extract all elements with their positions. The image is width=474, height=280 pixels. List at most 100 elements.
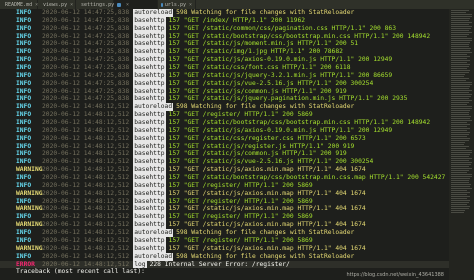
log-timestamp: 2020-06-12 14:47:25,838 <box>42 64 130 72</box>
minimap-line <box>451 88 469 89</box>
line-gutter <box>0 221 16 229</box>
tab-label: views.py <box>43 1 68 8</box>
log-line: INFO 2020-06-12 14:47:25,838 basehttp 157 "… <box>0 56 449 65</box>
line-gutter <box>0 229 16 237</box>
log-message: 157 "GET /static/bootstrap/css/bootstrap… <box>168 174 446 182</box>
minimap-line <box>451 188 472 189</box>
log-message: 157 "GET /static/js/jquery.pagination.mi… <box>168 95 408 103</box>
minimap-line <box>451 78 470 79</box>
log-timestamp: 2020-06-12 14:47:25,838 <box>42 79 130 87</box>
log-module: autoreload <box>133 103 174 112</box>
minimap-line <box>451 184 471 185</box>
log-level: INFO <box>16 56 32 64</box>
minimap-line <box>451 50 470 51</box>
log-line: INFO 2020-06-12 14:48:12,512 basehttp 157 "… <box>0 213 449 222</box>
log-level: INFO <box>16 71 32 79</box>
log-module: basehttp <box>133 142 166 151</box>
minimap-line <box>451 30 469 31</box>
log-line: INFO 2020-06-12 14:47:25,838 basehttp 157 "… <box>0 79 449 88</box>
log-message: 157 "GET /static/js/axios.min.map HTTP/1… <box>168 166 366 174</box>
minimap-line <box>451 62 467 63</box>
minimap-line <box>451 196 470 197</box>
line-gutter <box>0 33 16 41</box>
log-timestamp: 2020-06-12 14:48:12,512 <box>42 221 130 229</box>
minimap-line <box>451 150 472 151</box>
log-message: 157 "GET /static/js/moment.min.js HTTP/1… <box>168 40 359 48</box>
minimap-line <box>451 162 472 163</box>
watermark-url: https://blog.csdn.net/weixin_43641388 <box>346 272 444 278</box>
log-timestamp: 2020-06-12 14:48:12,512 <box>42 213 130 221</box>
log-message: 157 "GET /static/js/common.js HTTP/1.1" … <box>168 87 347 95</box>
log-message: 157 "GET /static/js/register.js HTTP/1.1… <box>168 142 355 150</box>
minimap-line <box>451 202 470 203</box>
minimap-line <box>451 170 470 171</box>
minimap-line <box>451 102 470 103</box>
log-timestamp: 2020-06-12 14:47:25,838 <box>42 9 130 16</box>
tab-3[interactable]: × <box>114 0 158 9</box>
log-message: 157 "GET /static/bootstrap/css/bootstrap… <box>168 32 431 40</box>
log-line: WARNING 2020-06-12 14:48:12,512 basehttp 15… <box>0 205 449 214</box>
minimap-line <box>451 174 472 175</box>
minimap-line <box>451 106 472 107</box>
log-message: 157 "GET /static/img/1.jpg HTTP/1.1" 200… <box>168 48 343 56</box>
minimap-line <box>451 138 470 139</box>
log-line: INFO 2020-06-12 14:48:12,512 basehttp 157 "… <box>0 142 449 151</box>
log-module: basehttp <box>133 64 166 72</box>
minimap-line <box>451 76 464 77</box>
log-module: basehttp <box>133 111 166 120</box>
log-line: INFO 2020-06-12 14:47:25,838 basehttp 157 "… <box>0 24 449 33</box>
minimap-line <box>451 36 467 37</box>
tab-0[interactable]: README.md × <box>0 0 38 9</box>
tab-1[interactable]: views.py × <box>38 0 76 9</box>
log-module: basehttp <box>133 166 166 175</box>
log-module: autoreload <box>133 9 174 17</box>
log-message: 157 "GET /static/js/axios-0.19.0.min.js … <box>168 126 393 134</box>
log-module: basehttp <box>133 126 166 135</box>
log-level: INFO <box>16 87 32 95</box>
log-line: ERROR 2020-06-12 14:48:12,512 log 228 Inter… <box>0 260 449 269</box>
minimap-line <box>451 206 470 207</box>
log-line: INFO 2020-06-12 14:47:25,838 basehttp 157 "… <box>0 16 449 25</box>
log-timestamp: 2020-06-12 14:47:25,838 <box>42 16 130 24</box>
minimap-line <box>451 72 470 73</box>
minimap-line <box>451 24 469 25</box>
minimap-line <box>451 104 467 105</box>
log-module: basehttp <box>133 79 166 88</box>
close-icon[interactable]: × <box>126 2 129 8</box>
log-module: basehttp <box>133 174 166 182</box>
log-message: 228 Internal Server Error: /register/ <box>149 260 290 268</box>
minimap[interactable] <box>449 9 474 280</box>
log-message: 598 Watching for file changes with StatR… <box>176 9 355 16</box>
log-module: basehttp <box>133 134 166 143</box>
log-module: basehttp <box>133 56 166 65</box>
log-level: INFO <box>16 158 32 166</box>
line-gutter <box>0 182 16 190</box>
log-module: basehttp <box>133 87 166 96</box>
minimap-line <box>451 144 464 145</box>
log-level: INFO <box>16 229 32 237</box>
log-timestamp: 2020-06-12 14:48:12,512 <box>42 181 130 189</box>
log-module: basehttp <box>133 244 166 253</box>
minimap-line <box>451 112 470 113</box>
minimap-line <box>451 194 467 195</box>
minimap-line <box>451 208 470 209</box>
log-line: INFO 2020-06-12 14:48:12,512 basehttp 157 "… <box>0 150 449 159</box>
close-icon[interactable]: × <box>70 2 73 8</box>
log-level: WARNING <box>16 221 43 229</box>
minimap-line <box>451 200 470 201</box>
close-icon[interactable]: × <box>189 2 192 8</box>
minimap-line <box>451 56 470 57</box>
log-level: WARNING <box>16 205 43 213</box>
log-line: INFO 2020-06-12 14:48:12,512 basehttp 157 "… <box>0 236 449 245</box>
log-view[interactable]: INFO 2020-06-12 14:47:25,838 autoreload 598… <box>0 9 449 280</box>
minimap-line <box>451 142 465 143</box>
tab-2[interactable]: settings.py× <box>76 0 120 9</box>
line-gutter <box>0 127 16 135</box>
log-message: 157 "GET /static/css/register.css HTTP/1… <box>168 134 366 142</box>
log-module: basehttp <box>133 32 166 41</box>
log-timestamp: 2020-06-12 14:48:12,512 <box>42 103 130 111</box>
tab-4[interactable]: urls.py × <box>158 0 196 9</box>
minimap-line <box>451 176 472 177</box>
log-module: basehttp <box>133 40 166 49</box>
log-level: WARNING <box>16 189 43 197</box>
